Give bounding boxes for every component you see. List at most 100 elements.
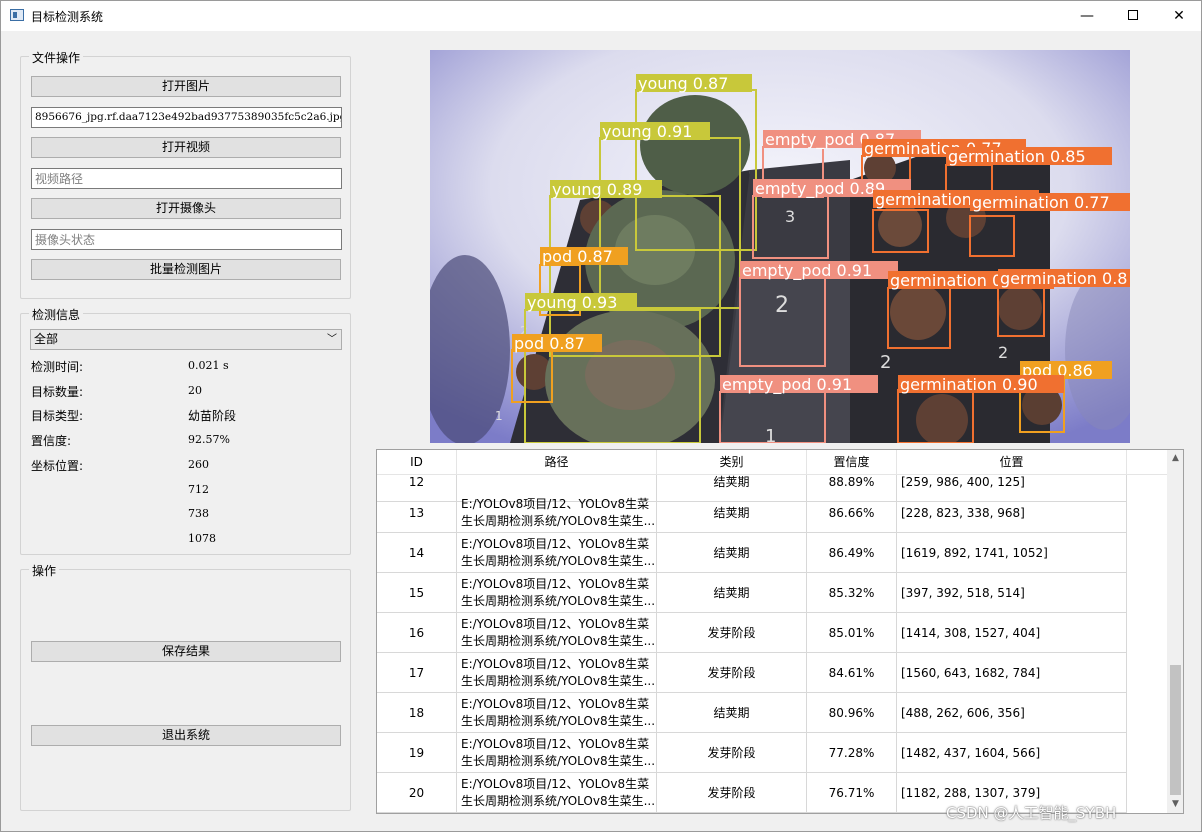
open-image-button[interactable]: 打开图片 [31,76,341,97]
header-conf[interactable]: 置信度 [807,450,897,475]
close-button[interactable]: ✕ [1156,1,1202,31]
cell-pos: [1414, 308, 1527, 404] [897,613,1127,653]
cell-class: 发芽阶段 [657,733,807,773]
detection-label: germination 0.77 [972,193,1110,212]
cell-pos: [1482, 437, 1604, 566] [897,733,1127,773]
app-icon [10,9,24,21]
table-scrollbar[interactable]: ▲ ▼ [1167,450,1183,813]
cell-class: 发芽阶段 [657,653,807,693]
cell-path: E:/YOLOv8项目/12、YOLOv8生菜 生长周期检测系统/YOLOv8生菜… [457,653,657,693]
cell-path-line: 生长周期检测系统/YOLOv8生菜生... [461,554,656,568]
count-label: 目标数量: [31,385,84,399]
open-video-button[interactable]: 打开视频 [31,137,341,158]
cell-class: 结荚期 [657,693,807,733]
pod-number: 3 [785,207,795,226]
cell-id: 19 [377,733,457,773]
detection-label: empty_pod 0.91 [722,375,852,395]
class-filter-value: 全部 [34,332,59,346]
image-path-field[interactable]: 8956676_jpg.rf.daa7123e492bad93775389035… [31,107,342,128]
cell-path: E:/YOLOv8项目/12、YOLOv8生菜 生长周期检测系统/YOLOv8生菜… [457,693,657,733]
cell-path: E:/YOLOv8项目/12、YOLOv8生菜 生长周期检测系统/YOLOv8生菜… [457,573,657,613]
cell-path-line: E:/YOLOv8项目/12、YOLOv8生菜 [461,697,650,711]
chevron-down-icon: ﹀ [327,334,337,345]
cell-path-line: 生长周期检测系统/YOLOv8生菜生... [461,794,656,808]
pod [998,286,1042,330]
cell-path-line: 生长周期检测系统/YOLOv8生菜生... [461,634,656,648]
cell-path-line: 生长周期检测系统/YOLOv8生菜生... [461,514,656,528]
table-row[interactable]: 17 E:/YOLOv8项目/12、YOLOv8生菜 生长周期检测系统/YOLOv8… [377,653,1127,693]
time-label: 检测时间: [31,360,84,374]
batch-detect-button[interactable]: 批量检测图片 [31,259,341,280]
camera-status-input[interactable] [35,230,341,249]
camera-status-field[interactable] [31,229,342,250]
cell-pos: [228, 823, 338, 968] [897,493,1127,533]
conf-label: 置信度: [31,434,72,448]
watermark: CSDN @人工智能_SYBH [946,804,1117,822]
cell-class: 结荚期 [657,573,807,613]
results-table[interactable]: 12 结荚期 88.89% [259, 986, 400, 125] 13 E:/… [376,449,1184,814]
exit-button[interactable]: 退出系统 [31,725,341,746]
pos-xmin: 260 [188,458,209,471]
pos-ymin: 712 [188,483,209,496]
maximize-button[interactable] [1110,1,1156,31]
scroll-up-icon[interactable]: ▲ [1167,450,1183,467]
cell-conf: 86.49% [807,533,897,573]
detection-label: pod 0.87 [542,247,613,266]
cell-path-line: E:/YOLOv8项目/12、YOLOv8生菜 [461,497,650,511]
class-filter-select[interactable]: 全部 ﹀ [30,329,342,350]
cell-conf: 80.96% [807,693,897,733]
cell-path: E:/YOLOv8项目/12、YOLOv8生菜 生长周期检测系统/YOLOv8生菜… [457,533,657,573]
table-row[interactable]: 13 E:/YOLOv8项目/12、YOLOv8生菜 生长周期检测系统/YOLOv8… [377,493,1127,533]
pos-xmax: 738 [188,507,209,520]
detection-label: empty_pod 0.91 [742,261,872,281]
time-value: 0.021 s [188,359,229,372]
table-row[interactable]: 15 E:/YOLOv8项目/12、YOLOv8生菜 生长周期检测系统/YOLOv8… [377,573,1127,613]
main-window: 目标检测系统 — ✕ 文件操作 打开图片 8956676_jpg.rf.daa7… [0,0,1202,832]
pod-number: 1 [495,409,503,423]
maximize-icon [1128,10,1138,20]
detection-label: young 0.87 [638,74,728,93]
cell-class: 发芽阶段 [657,773,807,813]
detection-preview: 3 2 1 2 2 1 2 young 0.87 young 0.91 youn… [430,50,1130,443]
cell-path-line: E:/YOLOv8项目/12、YOLOv8生菜 [461,617,650,631]
open-camera-button[interactable]: 打开摄像头 [31,198,341,219]
cell-pos: [1619, 892, 1741, 1052] [897,533,1127,573]
detect-info-title: 检测信息 [29,306,84,323]
cell-id: 14 [377,533,457,573]
cell-id: 18 [377,693,457,733]
cell-conf: 84.61% [807,653,897,693]
detection-label: young 0.89 [552,180,642,199]
cell-id: 20 [377,773,457,813]
conf-value: 92.57% [188,433,230,446]
detection-label: empty_pod 0.89 [755,179,885,199]
cell-path-line: E:/YOLOv8项目/12、YOLOv8生菜 [461,737,650,751]
table-row[interactable]: 14 E:/YOLOv8项目/12、YOLOv8生菜 生长周期检测系统/YOLOv8… [377,533,1127,573]
cell-path-line: E:/YOLOv8项目/12、YOLOv8生菜 [461,577,650,591]
header-path[interactable]: 路径 [457,450,657,475]
header-pos[interactable]: 位置 [897,450,1127,475]
cell-path-line: 生长周期检测系统/YOLOv8生菜生... [461,594,656,608]
cell-class: 结荚期 [657,493,807,533]
table-row[interactable]: 19 E:/YOLOv8项目/12、YOLOv8生菜 生长周期检测系统/YOLOv8… [377,733,1127,773]
save-result-button[interactable]: 保存结果 [31,641,341,662]
cell-id: 13 [377,493,457,533]
cell-id: 16 [377,613,457,653]
table-header: ID 路径 类别 置信度 位置 [377,450,1167,475]
cell-class: 发芽阶段 [657,613,807,653]
table-row[interactable]: 16 E:/YOLOv8项目/12、YOLOv8生菜 生长周期检测系统/YOLOv8… [377,613,1127,653]
scroll-down-icon[interactable]: ▼ [1167,796,1183,813]
header-id[interactable]: ID [377,450,457,475]
table-row[interactable]: 18 E:/YOLOv8项目/12、YOLOv8生菜 生长周期检测系统/YOLOv8… [377,693,1127,733]
cell-conf: 85.01% [807,613,897,653]
detection-label: young 0.91 [602,122,692,141]
video-path-field[interactable] [31,168,342,189]
file-ops-title: 文件操作 [29,49,84,66]
scroll-thumb[interactable] [1170,665,1181,795]
cell-pos: [488, 262, 606, 356] [897,693,1127,733]
detection-label: germination 0.90 [900,375,1038,394]
header-class[interactable]: 类别 [657,450,807,475]
detection-label: young 0.93 [527,293,617,312]
pos-label: 坐标位置: [31,459,84,473]
video-path-input[interactable] [35,169,341,188]
minimize-button[interactable]: — [1064,1,1110,31]
